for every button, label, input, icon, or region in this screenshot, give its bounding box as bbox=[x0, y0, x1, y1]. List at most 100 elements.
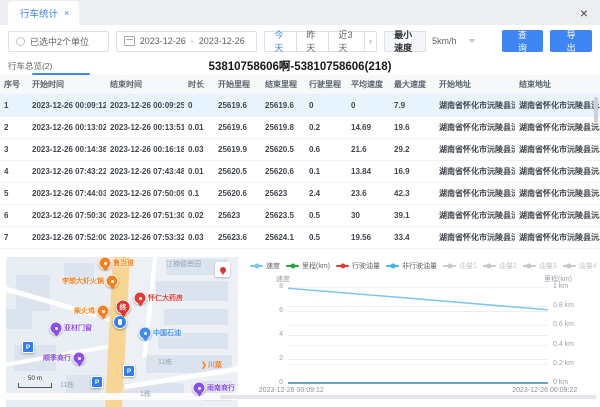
table-row[interactable]: 62023-12-26 07:50:302023-12-26 07:51:300… bbox=[0, 205, 600, 227]
table-cell: 湖南省怀化市沅陵县沅... bbox=[515, 183, 600, 205]
query-button[interactable]: 查询 bbox=[502, 30, 544, 52]
map-poi-marker[interactable] bbox=[73, 352, 86, 365]
table-cell: 0 bbox=[184, 95, 214, 117]
table-cell: 29.2 bbox=[390, 139, 435, 161]
table-row[interactable]: 52023-12-26 07:44:032023-12-26 07:50:090… bbox=[0, 183, 600, 205]
legend-label: 速度 bbox=[266, 261, 280, 271]
legend-item[interactable]: 油量3 bbox=[523, 261, 557, 271]
table-cell: 19.56 bbox=[347, 227, 390, 249]
column-header: 序号 bbox=[0, 75, 28, 95]
arrow-icon: ❯ bbox=[201, 361, 207, 369]
map-locate-control[interactable] bbox=[215, 262, 230, 277]
table-cell: 42.3 bbox=[390, 183, 435, 205]
table-cell: 16.9 bbox=[390, 161, 435, 183]
table-cell: 湖南省怀化市沅陵县沅... bbox=[435, 161, 515, 183]
map-text-label: 11栋 bbox=[158, 357, 172, 367]
table-cell: 25619.6 bbox=[261, 95, 305, 117]
table-scrollbar[interactable] bbox=[594, 97, 598, 123]
legend-item[interactable]: 油量1 bbox=[443, 261, 477, 271]
map-poi-label: 顺季商行 bbox=[43, 353, 71, 363]
table-cell: 25623.5 bbox=[261, 205, 305, 227]
column-header: 最大速度 bbox=[390, 75, 435, 95]
table-cell: 25624.1 bbox=[261, 227, 305, 249]
map-poi-marker[interactable] bbox=[193, 382, 206, 395]
table-cell: 0.6 bbox=[305, 139, 347, 161]
table-cell: 2023-12-26 07:52:00 bbox=[28, 227, 106, 249]
table-row[interactable]: 12023-12-26 00:09:122023-12-26 00:09:250… bbox=[0, 95, 600, 117]
table-cell: 7.9 bbox=[390, 95, 435, 117]
left-axis-tick: 6 bbox=[263, 307, 283, 314]
legend-item[interactable]: 油量2 bbox=[483, 261, 517, 271]
table-cell: 2023-12-26 00:16:18 bbox=[106, 139, 184, 161]
legend-label: 油量2 bbox=[499, 261, 517, 271]
more-ranges-arrow-icon[interactable]: › bbox=[364, 31, 377, 52]
map-building bbox=[164, 309, 228, 325]
map-text-label: 江楠德景园 bbox=[166, 259, 201, 269]
export-button[interactable]: 导出 bbox=[550, 30, 592, 52]
right-axis-tick: 0.2 km bbox=[553, 360, 574, 367]
map[interactable]: 50 m 鲁当道李想大虾火锅江楠德景园怀仁大药房柴火鸡终亚材门窗中国石油P顺季商… bbox=[6, 257, 238, 407]
map-poi-marker[interactable] bbox=[50, 322, 63, 335]
map-poi-marker[interactable] bbox=[134, 292, 147, 305]
legend-item[interactable]: 里程(km) bbox=[286, 261, 330, 271]
tab-overview[interactable]: 行车总览(2) bbox=[8, 60, 52, 72]
table-row[interactable]: 42023-12-26 07:43:222023-12-26 07:43:480… bbox=[0, 161, 600, 183]
table-header-row: 序号开始时间结束时间时长开始里程结束里程行驶里程平均速度最大速度开始地址结束地址 bbox=[0, 75, 600, 95]
min-speed-select[interactable]: 5km/h bbox=[426, 31, 481, 52]
map-poi-marker[interactable] bbox=[139, 327, 152, 340]
parking-marker[interactable]: P bbox=[91, 376, 103, 388]
yesterday-button[interactable]: 昨天 bbox=[296, 31, 329, 52]
table-cell: 30 bbox=[347, 205, 390, 227]
legend-label: 油量4 bbox=[579, 261, 596, 271]
parking-marker[interactable]: P bbox=[22, 341, 34, 353]
chart-plot[interactable]: 024680 km0.2 km0.4 km0.6 km0.8 km1 km202… bbox=[288, 287, 548, 383]
map-scale: 50 m bbox=[18, 375, 52, 388]
map-text-label: 1栋 bbox=[140, 389, 151, 399]
legend-label: 非行驶油量 bbox=[402, 261, 437, 271]
table-cell: 湖南省怀化市沅陵县沅... bbox=[435, 117, 515, 139]
last3days-button[interactable]: 近3天 bbox=[328, 31, 365, 52]
horizontal-scrollbar-thumb[interactable] bbox=[220, 395, 596, 399]
column-header: 平均速度 bbox=[347, 75, 390, 95]
table-cell: 4 bbox=[0, 161, 28, 183]
close-panel-icon[interactable]: × bbox=[580, 6, 588, 20]
date-end: 2023-12-26 bbox=[199, 36, 245, 46]
trip-end-marker[interactable]: 终 bbox=[116, 300, 131, 315]
close-tab-icon[interactable]: × bbox=[64, 8, 69, 18]
map-poi-marker[interactable] bbox=[97, 305, 110, 318]
table-cell: 25619.9 bbox=[214, 139, 261, 161]
table-row[interactable]: 72023-12-26 07:52:002023-12-26 07:53:320… bbox=[0, 227, 600, 249]
tab-bar: 行车统计 × × bbox=[0, 0, 600, 25]
map-poi-marker[interactable] bbox=[106, 275, 119, 288]
bottom-section: 50 m 鲁当道李想大虾火锅江楠德景园怀仁大药房柴火鸡终亚材门窗中国石油P顺季商… bbox=[0, 249, 600, 407]
map-poi-marker[interactable]: ❯川菜 bbox=[201, 360, 222, 370]
parking-marker[interactable]: P bbox=[123, 365, 135, 377]
table-cell: 湖南省怀化市沅陵县沅... bbox=[515, 227, 600, 249]
table-cell: 33.4 bbox=[390, 227, 435, 249]
legend-item[interactable]: 速度 bbox=[250, 261, 280, 271]
legend-item[interactable]: 油量4 bbox=[563, 261, 596, 271]
map-scale-label: 50 m bbox=[18, 375, 52, 382]
legend-item[interactable]: 非行驶油量 bbox=[386, 261, 437, 271]
map-poi-marker[interactable] bbox=[99, 257, 112, 270]
calendar-icon bbox=[124, 36, 135, 46]
table-row[interactable]: 22023-12-26 00:13:022023-12-26 00:13:510… bbox=[0, 117, 600, 139]
table-cell: 6 bbox=[0, 205, 28, 227]
legend-item[interactable]: 行驶油量 bbox=[336, 261, 380, 271]
table-cell: 2023-12-26 00:09:12 bbox=[28, 95, 106, 117]
legend-marker-icon bbox=[443, 265, 456, 267]
table-cell: 25619.6 bbox=[214, 95, 261, 117]
today-button[interactable]: 今天 bbox=[264, 31, 297, 52]
date-range-picker[interactable]: 2023-12-26 - 2023-12-26 bbox=[116, 31, 258, 52]
chevron-down-icon bbox=[469, 39, 475, 43]
tab-label: 行车统计 bbox=[20, 6, 58, 20]
table-row[interactable]: 32023-12-26 00:14:382023-12-26 00:16:180… bbox=[0, 139, 600, 161]
column-header: 时长 bbox=[184, 75, 214, 95]
tab-driving-stats[interactable]: 行车统计 × bbox=[8, 1, 79, 25]
unit-select[interactable]: 已选中2个单位 bbox=[8, 31, 109, 52]
table-cell: 23.6 bbox=[347, 183, 390, 205]
legend-marker-icon bbox=[336, 265, 349, 267]
min-speed-value: 5km/h bbox=[432, 36, 457, 46]
right-axis-tick: 1 km bbox=[553, 283, 568, 290]
right-axis-tick: 0 km bbox=[553, 379, 568, 386]
